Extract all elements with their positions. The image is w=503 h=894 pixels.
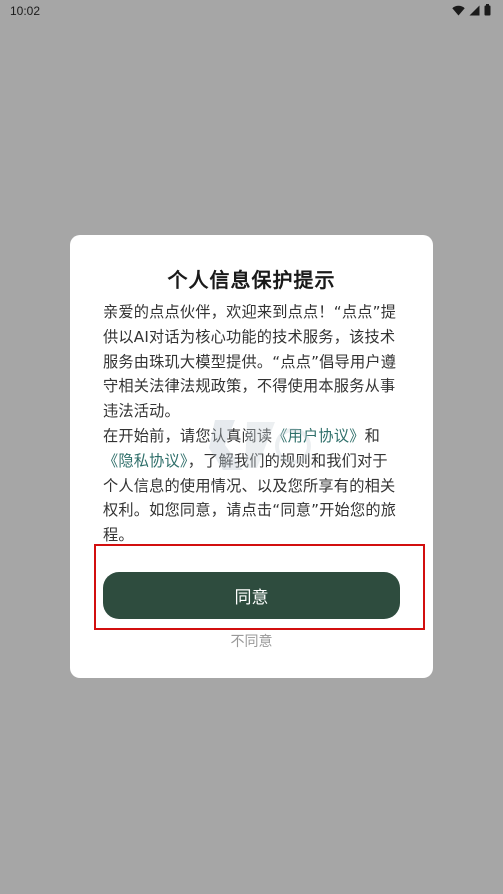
battery-icon bbox=[484, 4, 491, 16]
status-time: 10:02 bbox=[10, 4, 41, 18]
disagree-button[interactable]: 不同意 bbox=[0, 630, 503, 652]
agree-button[interactable]: 同意 bbox=[103, 572, 400, 619]
wifi-icon bbox=[452, 5, 465, 16]
consent-text-and: 和 bbox=[364, 426, 380, 445]
user-agreement-link[interactable]: 《用户协议》 bbox=[272, 427, 364, 445]
consent-text-before: 在开始前，请您认真阅读 bbox=[103, 426, 273, 445]
signal-icon bbox=[469, 5, 480, 16]
status-icons bbox=[452, 4, 491, 16]
dialog-title: 个人信息保护提示 bbox=[167, 268, 336, 292]
privacy-agreement-link[interactable]: 《隐私协议》 bbox=[103, 452, 188, 470]
consent-paragraph: 在开始前，请您认真阅读《用户协议》和《隐私协议》，了解我们的规则和我们对于个人信… bbox=[103, 424, 401, 548]
status-bar: 10:02 bbox=[0, 0, 503, 22]
intro-paragraph: 亲爱的点点伙伴，欢迎来到点点！“点点”提供以AI对话为核心功能的技术服务，该技术… bbox=[103, 303, 397, 421]
dialog-body: 亲爱的点点伙伴，欢迎来到点点！“点点”提供以AI对话为核心功能的技术服务，该技术… bbox=[103, 300, 401, 548]
